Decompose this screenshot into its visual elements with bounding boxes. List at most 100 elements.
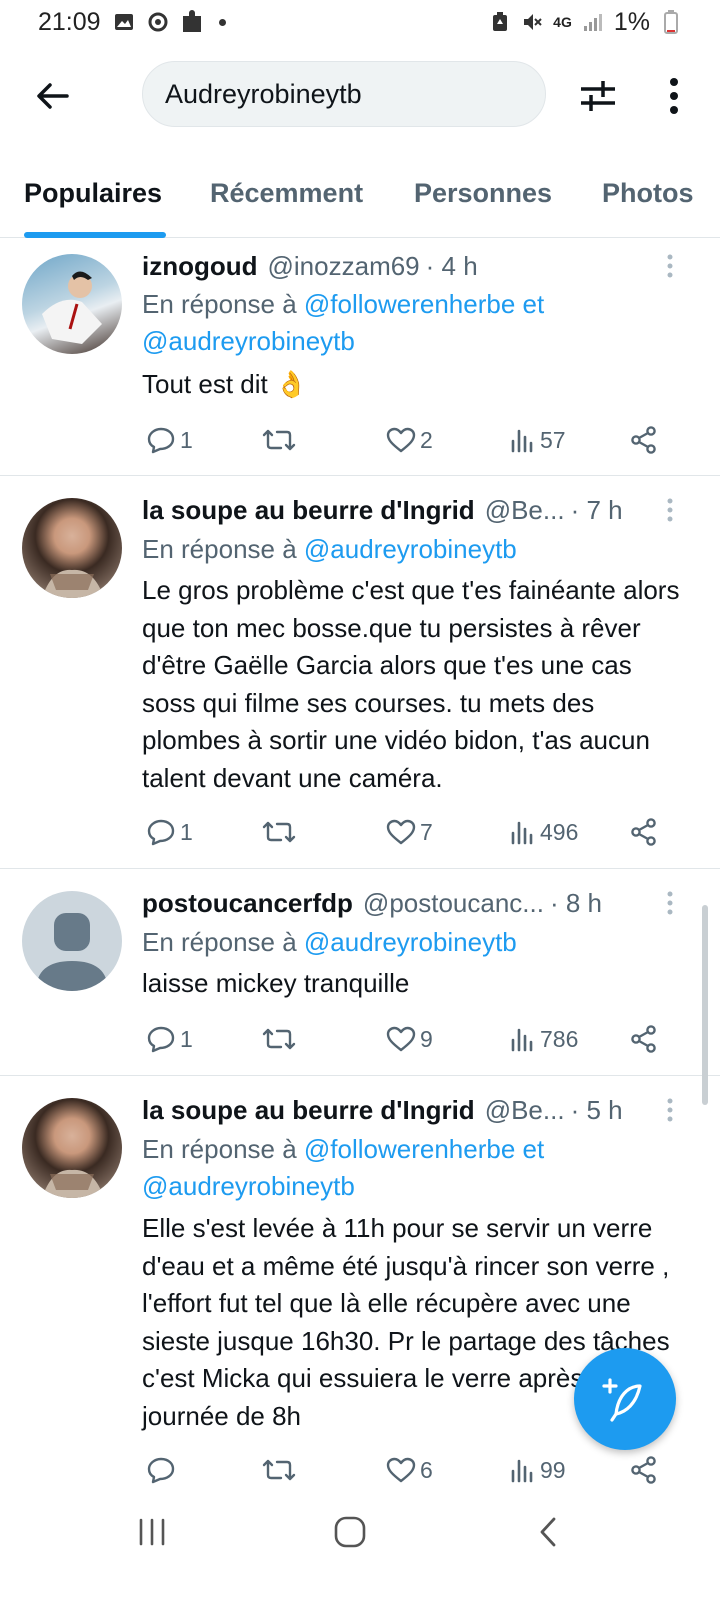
retweet-icon bbox=[262, 429, 296, 451]
reply-prefix: En réponse à bbox=[142, 534, 297, 564]
reply-prefix: En réponse à bbox=[142, 1134, 297, 1164]
author-handle[interactable]: @inozzam69 bbox=[268, 251, 420, 282]
author-name[interactable]: postoucancerfdp bbox=[142, 888, 353, 919]
tweet-actions: 1 7 496 bbox=[142, 812, 682, 852]
tab-photos[interactable]: Photos bbox=[602, 178, 694, 209]
views-button[interactable]: 57 bbox=[510, 420, 566, 460]
like-button[interactable]: 6 bbox=[386, 1450, 433, 1490]
like-count: 7 bbox=[420, 818, 433, 845]
mention-link[interactable]: @audreyrobineytb bbox=[304, 534, 517, 564]
like-button[interactable]: 2 bbox=[386, 420, 433, 460]
share-icon bbox=[631, 818, 656, 846]
view-count: 99 bbox=[540, 1456, 566, 1483]
tweet-actions: 1 9 786 bbox=[142, 1019, 682, 1059]
mention-link[interactable]: @audreyrobineytb bbox=[304, 927, 517, 957]
tweet-options-button[interactable] bbox=[660, 885, 680, 921]
share-icon bbox=[631, 1025, 656, 1053]
author-name[interactable]: la soupe au beurre d'Ingrid bbox=[142, 1095, 475, 1126]
more-notifications-dot-icon bbox=[218, 18, 226, 26]
bar-chart-icon bbox=[511, 1028, 533, 1052]
back-button[interactable] bbox=[30, 74, 74, 118]
views-button[interactable]: 99 bbox=[510, 1450, 566, 1490]
reply-context: En réponse à @followerenherbe et @audrey… bbox=[142, 1131, 690, 1205]
share-button[interactable] bbox=[630, 812, 658, 852]
mention-link[interactable]: @audreyrobineytb bbox=[142, 1171, 355, 1201]
more-options-button[interactable] bbox=[652, 74, 696, 118]
more-vertical-icon bbox=[667, 254, 673, 278]
share-button[interactable] bbox=[630, 1019, 658, 1059]
chevron-left-icon bbox=[540, 1517, 556, 1547]
author-name[interactable]: la soupe au beurre d'Ingrid bbox=[142, 495, 475, 526]
scrollbar[interactable] bbox=[702, 905, 708, 1105]
reply-button[interactable]: 1 bbox=[146, 1019, 193, 1059]
mention-link[interactable]: @followerenherbe bbox=[304, 1134, 515, 1164]
retweet-button[interactable] bbox=[262, 420, 300, 460]
reply-prefix: En réponse à bbox=[142, 927, 297, 957]
avatar[interactable] bbox=[22, 498, 122, 598]
views-button[interactable]: 786 bbox=[510, 1019, 578, 1059]
author-name[interactable]: iznogoud bbox=[142, 251, 258, 282]
avatar[interactable] bbox=[22, 891, 122, 991]
tab-recemment[interactable]: Récemment bbox=[210, 178, 363, 209]
avatar[interactable] bbox=[22, 254, 122, 354]
avatar[interactable] bbox=[22, 1098, 122, 1198]
battery-icon bbox=[660, 10, 682, 34]
system-back-button[interactable] bbox=[518, 1502, 578, 1562]
retweet-button[interactable] bbox=[262, 1019, 300, 1059]
like-button[interactable]: 7 bbox=[386, 812, 433, 852]
tab-personnes[interactable]: Personnes bbox=[414, 178, 552, 209]
comment-icon bbox=[147, 1457, 175, 1484]
tweet-time: · 4 h bbox=[425, 250, 478, 281]
tweet-options-button[interactable] bbox=[660, 1092, 680, 1128]
bar-chart-icon bbox=[511, 821, 533, 845]
search-filter-button[interactable] bbox=[576, 74, 620, 118]
home-button[interactable] bbox=[320, 1502, 380, 1562]
tweet-text: Le gros problème c'est que t'es fainéant… bbox=[142, 575, 680, 793]
reply-button[interactable]: 1 bbox=[146, 812, 193, 852]
tweet-options-button[interactable] bbox=[660, 248, 680, 284]
like-count: 9 bbox=[420, 1025, 433, 1052]
share-button[interactable] bbox=[630, 1450, 658, 1490]
retweet-button[interactable] bbox=[262, 812, 300, 852]
heart-icon bbox=[386, 1457, 416, 1483]
tweet-text: laisse mickey tranquille bbox=[142, 968, 410, 998]
author-handle[interactable]: @Be... bbox=[485, 1095, 565, 1126]
reply-button[interactable] bbox=[146, 1450, 180, 1490]
share-icon bbox=[631, 426, 656, 454]
view-count: 496 bbox=[540, 818, 579, 845]
author-handle[interactable]: @postoucanc... bbox=[363, 888, 544, 919]
search-tabs: Populaires Récemment Personnes Photos bbox=[0, 160, 720, 238]
recent-apps-button[interactable] bbox=[122, 1502, 182, 1562]
tweet[interactable]: la soupe au beurre d'Ingrid @Be... · 7 h… bbox=[0, 476, 720, 869]
tweet-time: · 7 h bbox=[570, 494, 623, 525]
bar-chart-icon bbox=[511, 1459, 533, 1483]
like-count: 6 bbox=[420, 1456, 433, 1483]
tweet-options-button[interactable] bbox=[660, 492, 680, 528]
comment-icon bbox=[147, 427, 175, 454]
tweet-actions: 1 2 57 bbox=[142, 420, 682, 460]
author-handle[interactable]: @Be... bbox=[485, 495, 565, 526]
tweet[interactable]: iznogoud @inozzam69 · 4 h En réponse à @… bbox=[0, 238, 720, 476]
heart-icon bbox=[386, 819, 416, 845]
reply-count: 1 bbox=[180, 818, 193, 845]
share-button[interactable] bbox=[630, 420, 658, 460]
tweet[interactable]: postoucancerfdp @postoucanc... · 8 h En … bbox=[0, 869, 720, 1076]
search-input[interactable]: Audreyrobineytb bbox=[142, 61, 546, 127]
heart-icon bbox=[386, 1026, 416, 1052]
mention-link[interactable]: @followerenherbe bbox=[304, 289, 515, 319]
compose-tweet-button[interactable] bbox=[574, 1348, 676, 1450]
tweet-time: · 8 h bbox=[549, 887, 603, 918]
mention-link[interactable]: @audreyrobineytb bbox=[142, 326, 355, 356]
extension-notification-icon bbox=[181, 10, 203, 33]
more-vertical-icon bbox=[667, 498, 673, 522]
retweet-button[interactable] bbox=[262, 1450, 300, 1490]
like-button[interactable]: 9 bbox=[386, 1019, 433, 1059]
like-count: 2 bbox=[420, 426, 433, 453]
more-vertical-icon bbox=[667, 1098, 673, 1122]
views-button[interactable]: 496 bbox=[510, 812, 578, 852]
tab-populaires[interactable]: Populaires bbox=[24, 178, 162, 209]
sliders-icon bbox=[581, 81, 615, 111]
status-time: 21:09 bbox=[38, 7, 101, 36]
reply-button[interactable]: 1 bbox=[146, 420, 193, 460]
retweet-icon bbox=[262, 1028, 296, 1050]
